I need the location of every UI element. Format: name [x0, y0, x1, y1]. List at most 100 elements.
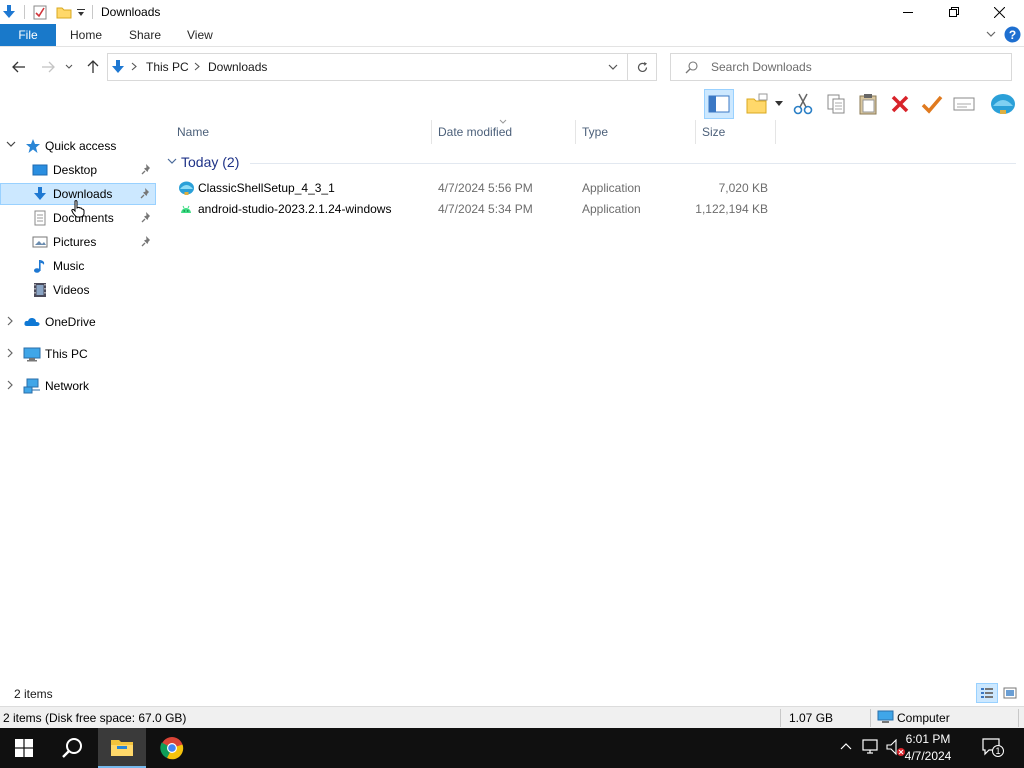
pin-icon[interactable]	[141, 211, 153, 223]
nav-item-label: Network	[45, 379, 90, 393]
minimize-button[interactable]	[885, 0, 931, 24]
new-folder-button[interactable]	[742, 89, 772, 119]
back-button[interactable]	[10, 59, 28, 75]
chevron-right-icon[interactable]	[194, 62, 200, 71]
copy-button[interactable]	[821, 89, 851, 119]
documents-icon	[32, 210, 48, 226]
qat-dropdown-icon[interactable]	[76, 8, 86, 18]
recent-locations-icon[interactable]	[63, 59, 75, 75]
taskbar-search-button[interactable]	[48, 728, 96, 768]
file-name: android-studio-2023.2.1.24-windows	[198, 202, 392, 216]
cut-icon	[793, 93, 813, 115]
properties-button[interactable]	[917, 89, 947, 119]
restore-button[interactable]	[931, 0, 977, 24]
file-type: Application	[582, 181, 641, 195]
refresh-button[interactable]	[628, 53, 657, 81]
nav-item-videos[interactable]: Videos	[0, 279, 156, 301]
large-icons-view-button[interactable]	[999, 683, 1020, 703]
properties-icon[interactable]	[32, 4, 48, 20]
classic-shell-settings-button[interactable]	[988, 89, 1018, 119]
title-bar[interactable]: Downloads	[0, 0, 1024, 24]
chevron-down-icon[interactable]	[6, 141, 16, 148]
pin-icon[interactable]	[141, 235, 153, 247]
address-dropdown-icon[interactable]	[608, 64, 618, 71]
file-row[interactable]: android-studio-2023.2.1.24-windows 4/7/2…	[176, 199, 776, 220]
navigation-pane-button[interactable]	[704, 89, 734, 119]
show-hidden-icons-icon[interactable]	[840, 742, 852, 750]
up-button[interactable]	[84, 59, 102, 75]
chevron-right-icon[interactable]	[7, 316, 14, 326]
help-icon[interactable]: ?	[1004, 26, 1021, 43]
email-icon	[953, 97, 975, 111]
delete-icon	[891, 95, 909, 113]
new-folder-icon[interactable]	[56, 4, 72, 20]
dropdown-arrow-icon[interactable]	[775, 101, 783, 106]
column-header-date-modified[interactable]: Date modified	[438, 125, 512, 139]
taskbar-date[interactable]: 4/7/2024	[896, 749, 960, 763]
pin-icon[interactable]	[141, 163, 153, 175]
pictures-icon	[32, 234, 48, 250]
nav-item-onedrive[interactable]: OneDrive	[0, 311, 156, 333]
status-details: 2 items (Disk free space: 67.0 GB)	[3, 711, 187, 725]
paste-button[interactable]	[853, 89, 883, 119]
email-button[interactable]	[949, 89, 979, 119]
network-status-icon[interactable]	[862, 739, 880, 755]
tab-file[interactable]: File	[0, 24, 56, 46]
nav-item-label: Downloads	[53, 187, 113, 201]
downloads-arrow-icon	[1, 4, 17, 20]
breadcrumb-this-pc[interactable]: This PC	[146, 60, 189, 74]
hand-cursor-icon	[71, 200, 85, 218]
address-bar[interactable]: This PC Downloads	[107, 53, 628, 81]
start-button[interactable]	[0, 728, 48, 768]
close-button[interactable]	[976, 0, 1022, 24]
nav-item-desktop[interactable]: Desktop	[0, 159, 156, 181]
delete-button[interactable]	[885, 89, 915, 119]
tab-share[interactable]: Share	[129, 28, 161, 42]
nav-item-label: Music	[53, 259, 85, 273]
chrome-icon	[160, 737, 184, 760]
action-center-button[interactable]: 1	[982, 738, 1004, 758]
nav-item-label: OneDrive	[45, 315, 96, 329]
view-switcher	[976, 683, 1020, 703]
chevron-right-icon[interactable]	[7, 348, 14, 358]
tab-view[interactable]: View	[187, 28, 213, 42]
column-header-size[interactable]: Size	[702, 125, 725, 139]
chevron-right-icon[interactable]	[131, 62, 137, 71]
file-row[interactable]: ClassicShellSetup_4_3_1 4/7/2024 5:56 PM…	[176, 178, 776, 199]
nav-item-music[interactable]: Music	[0, 255, 156, 277]
nav-item-this-pc[interactable]: This PC	[0, 343, 156, 365]
details-view-button[interactable]	[976, 683, 998, 703]
android-icon	[180, 203, 192, 215]
large-icons-view-icon	[1003, 687, 1016, 699]
nav-quick-access[interactable]: Quick access	[0, 135, 156, 157]
taskbar-file-explorer[interactable]	[98, 728, 146, 768]
column-header-name[interactable]: Name	[177, 125, 209, 139]
breadcrumb-downloads[interactable]: Downloads	[208, 60, 267, 74]
taskbar-chrome[interactable]	[148, 728, 196, 768]
ribbon-tabs: File Home Share View ?	[0, 24, 1024, 47]
taskbar-time[interactable]: 6:01 PM	[896, 732, 960, 746]
star-icon	[25, 138, 41, 154]
search-box[interactable]: Search Downloads	[670, 53, 1012, 81]
window-title: Downloads	[101, 5, 161, 19]
navigation-pane-icon	[708, 95, 730, 113]
column-header-type[interactable]: Type	[582, 125, 608, 139]
checkmark-icon	[921, 95, 943, 114]
nav-item-network[interactable]: Network	[0, 375, 156, 397]
taskbar: 6:01 PM 4/7/2024 1	[0, 728, 1024, 768]
nav-item-label: Desktop	[53, 163, 98, 177]
status-item-count: 2 items	[14, 687, 53, 701]
onedrive-cloud-icon	[23, 314, 40, 330]
expand-ribbon-icon[interactable]	[986, 30, 996, 38]
nav-item-pictures[interactable]: Pictures	[0, 231, 156, 253]
forward-button[interactable]	[39, 59, 57, 75]
pin-icon[interactable]	[140, 187, 152, 199]
notification-badge: 1	[992, 745, 1004, 757]
chevron-right-icon[interactable]	[7, 380, 14, 390]
cut-button[interactable]	[788, 89, 818, 119]
file-date: 4/7/2024 5:34 PM	[438, 202, 533, 216]
tab-home[interactable]: Home	[70, 28, 102, 42]
chevron-down-icon[interactable]	[167, 158, 177, 165]
search-icon	[685, 61, 698, 74]
file-explorer-icon	[111, 740, 133, 756]
